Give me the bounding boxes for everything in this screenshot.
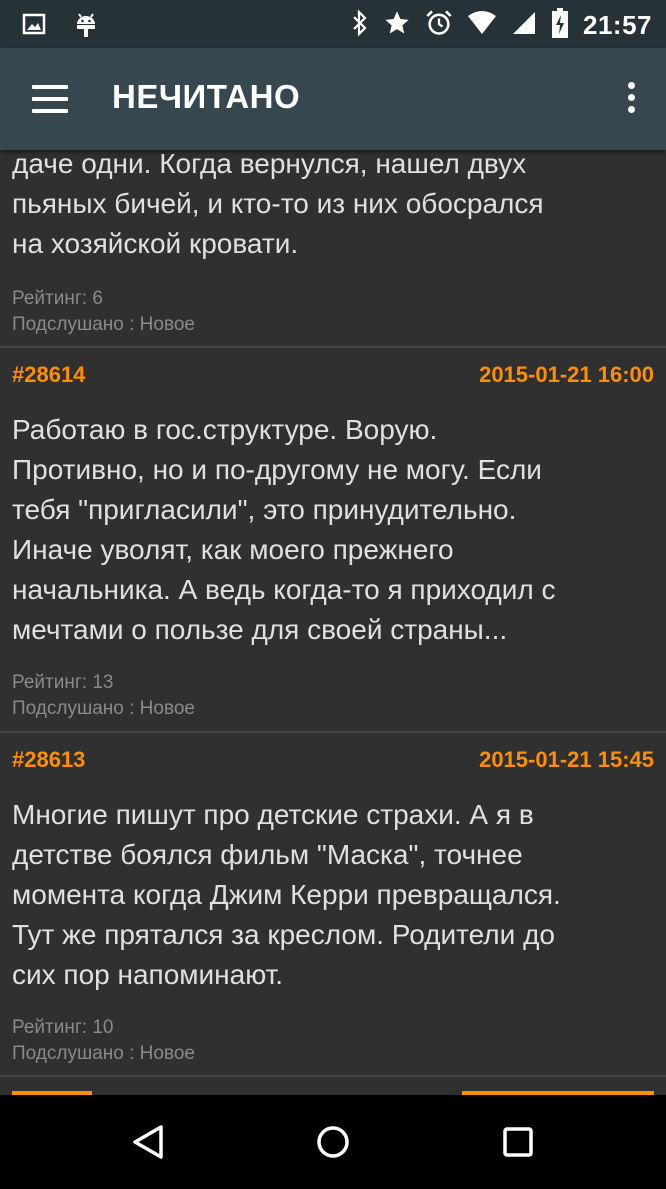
list-item[interactable]: #28613 2015-01-21 15:45 Многие пишут про… bbox=[0, 733, 666, 1076]
recents-icon[interactable] bbox=[495, 1119, 541, 1165]
more-vert-icon[interactable] bbox=[624, 78, 638, 118]
hamburger-menu-icon[interactable] bbox=[24, 81, 76, 117]
image-notification-icon bbox=[22, 12, 46, 41]
post-rating: Рейтинг: 13 bbox=[12, 672, 114, 693]
status-clock: 21:57 bbox=[583, 10, 652, 40]
post-rating: Рейтинг: 10 bbox=[12, 1017, 114, 1038]
status-bar: 21:57 bbox=[0, 0, 666, 48]
alarm-icon bbox=[425, 9, 453, 42]
list-item[interactable]: #28614 2015-01-21 16:00 Работаю в гос.ст… bbox=[0, 348, 666, 733]
back-icon[interactable] bbox=[125, 1119, 171, 1165]
post-category: Подслушано : Новое bbox=[12, 1043, 195, 1064]
app-toolbar: НЕЧИТАНО bbox=[0, 48, 666, 150]
post-header: #28614 2015-01-21 16:00 bbox=[12, 362, 654, 390]
star-icon bbox=[383, 9, 411, 42]
post-id: #28613 bbox=[12, 747, 86, 772]
post-rating: Рейтинг: 6 bbox=[12, 288, 103, 309]
list-item[interactable] bbox=[0, 1077, 666, 1095]
post-list[interactable]: даче одни. Когда вернулся, нашел двух пь… bbox=[0, 150, 666, 1095]
list-item[interactable]: даче одни. Когда вернулся, нашел двух пь… bbox=[0, 150, 666, 348]
signal-icon bbox=[511, 10, 537, 41]
post-header: #28613 2015-01-21 15:45 bbox=[12, 747, 654, 775]
android-debug-icon bbox=[74, 10, 98, 43]
post-category: Подслушано : Новое bbox=[12, 314, 195, 335]
battery-charging-icon bbox=[551, 8, 569, 43]
wifi-icon bbox=[467, 10, 497, 41]
post-text: Работаю в гос.структуре. Ворую. Противно… bbox=[12, 414, 556, 645]
post-text: даче одни. Когда вернулся, нашел двух пь… bbox=[12, 150, 544, 259]
page-title: НЕЧИТАНО bbox=[112, 78, 301, 115]
post-text: Многие пишут про детские страхи. А я в д… bbox=[12, 799, 561, 990]
post-date: 2015-01-21 16:00 bbox=[479, 362, 654, 387]
navigation-bar bbox=[0, 1095, 666, 1189]
post-category: Подслушано : Новое bbox=[12, 698, 195, 719]
home-icon[interactable] bbox=[310, 1119, 356, 1165]
post-date: 2015-01-21 15:45 bbox=[479, 747, 654, 772]
bluetooth-icon bbox=[351, 9, 369, 42]
post-id: #28614 bbox=[12, 362, 86, 387]
